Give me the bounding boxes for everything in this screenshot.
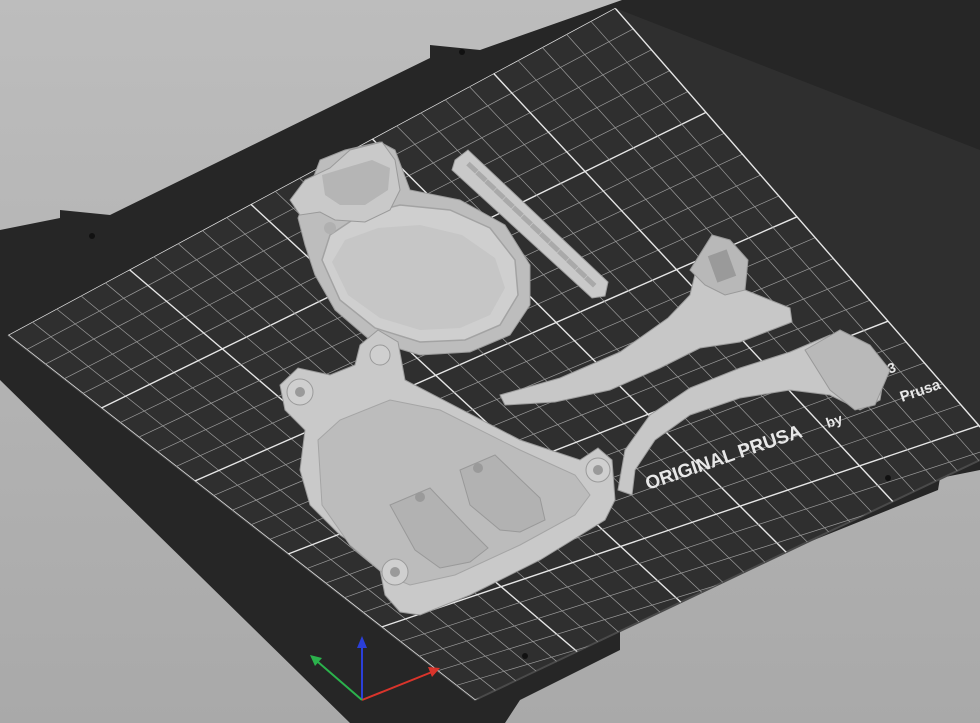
bed-screw — [459, 49, 465, 55]
bed-screw — [885, 475, 891, 481]
bed-screw — [89, 233, 95, 239]
3d-viewport[interactable]: ORIGINAL PRUSA K3 by Prusa — [0, 0, 980, 723]
bed-screw — [522, 653, 528, 659]
scene-canvas[interactable]: ORIGINAL PRUSA K3 by Prusa — [0, 0, 980, 723]
